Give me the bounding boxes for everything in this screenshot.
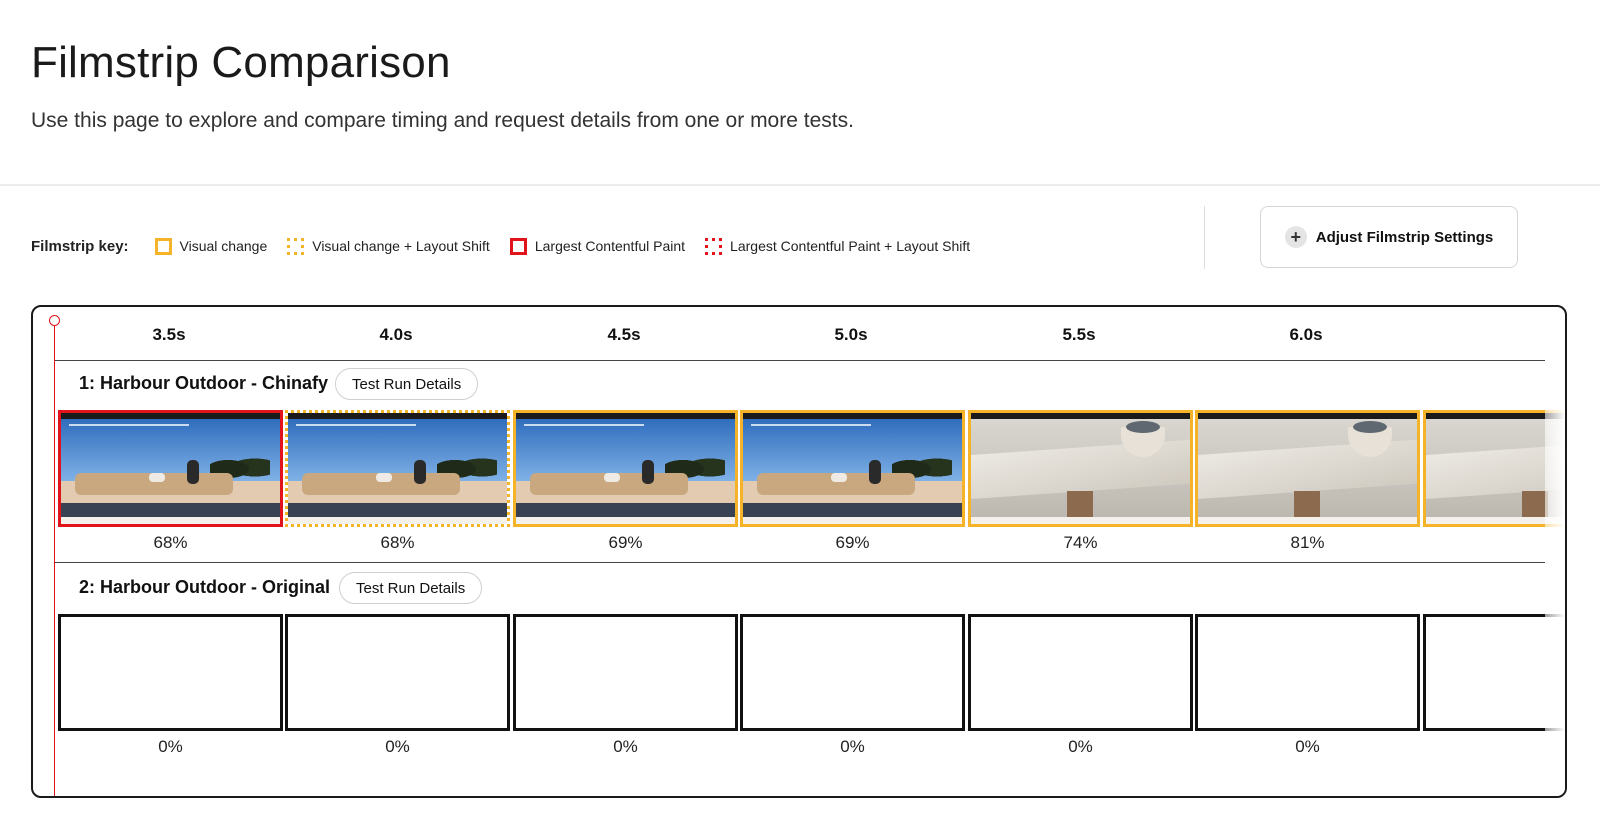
key-item-label: Visual change + Layout Shift <box>312 238 490 254</box>
run-2-frame-5[interactable] <box>968 614 1193 731</box>
plus-icon: + <box>1284 226 1307 248</box>
page-screenshot <box>516 413 735 524</box>
visual-progress-percent: 0% <box>158 737 183 756</box>
page-subtitle: Use this page to explore and compare tim… <box>31 109 854 132</box>
visual-progress-percent: 0% <box>1295 737 1320 756</box>
key-item-label: Visual change <box>179 238 268 254</box>
page-header: Filmstrip Comparison Use this page to ex… <box>0 0 1600 186</box>
visual-change-layout-shift-swatch-icon <box>287 237 305 255</box>
page-screenshot <box>288 413 507 524</box>
run-1-frame-3[interactable] <box>513 410 738 527</box>
time-label: 5.5s <box>1062 325 1096 344</box>
run-2-frame-1[interactable] <box>58 614 283 731</box>
time-label: 3.5s <box>152 325 186 344</box>
run-1-frame-5[interactable] <box>968 410 1193 527</box>
key-item-visual-change-layout-shift: Visual change + Layout Shift <box>287 237 490 255</box>
timeline-header: 3.5s 4.0s 4.5s 5.0s 5.5s 6.0s <box>55 307 1545 361</box>
visual-progress-percent: 0% <box>385 737 410 756</box>
lcp-layout-shift-swatch-icon <box>705 237 723 255</box>
visual-progress-percent: 74% <box>1063 533 1098 552</box>
run-1-frame-6[interactable] <box>1195 410 1420 527</box>
time-label: 5.0s <box>834 325 868 344</box>
lcp-swatch-icon <box>509 237 527 255</box>
visual-progress-percent: 0% <box>1068 737 1093 756</box>
filmstrip-panel[interactable]: 3.5s 4.0s 4.5s 5.0s 5.5s 6.0s 1: Harbour… <box>31 305 1567 798</box>
key-item-visual-change: Visual change <box>154 237 268 255</box>
timeline-marker-line[interactable] <box>54 322 55 796</box>
key-item-label: Largest Contentful Paint <box>534 238 686 254</box>
run-1-label: 1: Harbour Outdoor - Chinafy <box>79 373 328 393</box>
adjust-filmstrip-settings-button[interactable]: + Adjust Filmstrip Settings <box>1260 206 1518 268</box>
visual-progress-percent: 68% <box>153 533 188 552</box>
run-2-frame-3[interactable] <box>513 614 738 731</box>
visual-progress-percent: 0% <box>613 737 638 756</box>
run-2-frame-2[interactable] <box>285 614 510 731</box>
filmstrip-key: Filmstrip key: Visual change Visual chan… <box>31 228 990 264</box>
time-label: 4.5s <box>607 325 641 344</box>
page-screenshot <box>743 413 962 524</box>
visual-change-swatch-icon <box>154 237 172 255</box>
run-1-frame-4[interactable] <box>740 410 965 527</box>
run-2-label: 2: Harbour Outdoor - Original <box>79 577 330 597</box>
header-divider <box>1204 206 1205 269</box>
visual-progress-percent: 69% <box>835 533 870 552</box>
visual-progress-percent: 69% <box>608 533 643 552</box>
key-item-lcp: Largest Contentful Paint <box>509 237 686 255</box>
visual-progress-percent: 0% <box>840 737 865 756</box>
run-1-frame-2[interactable] <box>285 410 510 527</box>
run-divider <box>55 562 1545 563</box>
run-1-test-run-details-button[interactable]: Test Run Details <box>335 368 479 400</box>
time-label: 6.0s <box>1289 325 1323 344</box>
adjust-filmstrip-settings-label: Adjust Filmstrip Settings <box>1315 228 1494 246</box>
filmstrip-key-title: Filmstrip key: <box>31 237 129 255</box>
run-2-frame-4[interactable] <box>740 614 965 731</box>
scroll-fade-edge <box>1545 361 1565 796</box>
visual-progress-percent: 81% <box>1290 533 1325 552</box>
key-item-lcp-layout-shift: Largest Contentful Paint + Layout Shift <box>705 237 971 255</box>
run-2-frame-6[interactable] <box>1195 614 1420 731</box>
key-item-label: Largest Contentful Paint + Layout Shift <box>730 238 971 254</box>
run-1-frame-1[interactable] <box>58 410 283 527</box>
time-label: 4.0s <box>379 325 413 344</box>
run-2-test-run-details-button[interactable]: Test Run Details <box>339 572 483 604</box>
page-screenshot <box>1198 413 1417 524</box>
page-screenshot <box>971 413 1190 524</box>
page-screenshot <box>61 413 280 524</box>
page-title: Filmstrip Comparison <box>31 38 451 87</box>
visual-progress-percent: 68% <box>380 533 415 552</box>
